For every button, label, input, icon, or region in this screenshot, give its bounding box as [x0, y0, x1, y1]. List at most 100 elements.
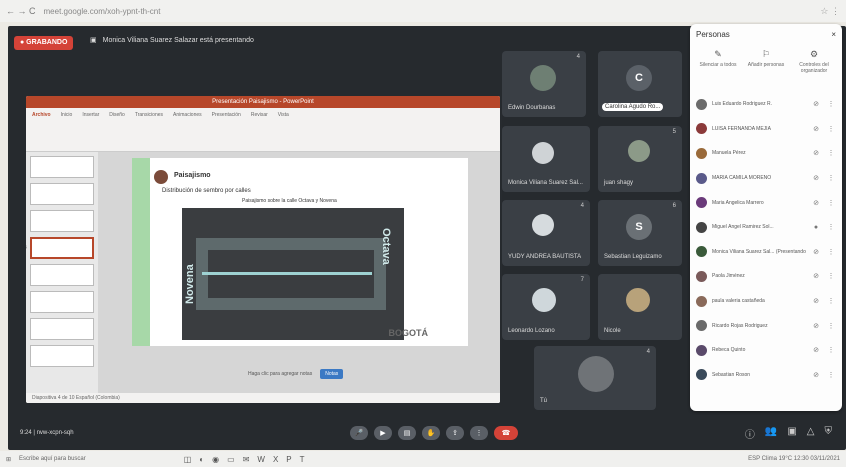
participant-row[interactable]: MARIA CAMILA MORENO ⊘ ⋮: [696, 166, 836, 191]
end-call-icon[interactable]: ☎: [494, 426, 518, 440]
ribbon-tab[interactable]: Animaciones: [173, 112, 202, 147]
participant-tile[interactable]: S 6 Sebastian Leguizamo: [598, 200, 682, 266]
participant-row[interactable]: Rebeca Quinto ⊘ ⋮: [696, 338, 836, 363]
info-icon[interactable]: ⓘ: [745, 426, 755, 441]
people-icon[interactable]: 👥: [765, 426, 777, 441]
speaking-icon[interactable]: ●: [811, 224, 821, 231]
microphone-icon[interactable]: 🎤: [350, 426, 368, 440]
raise-hand-icon[interactable]: ✋: [422, 426, 440, 440]
mic-off-icon[interactable]: ⊘: [811, 272, 821, 280]
participant-tile[interactable]: Monica Viliana Suarez Sal...: [502, 126, 590, 192]
more-vert-icon[interactable]: ⋮: [826, 248, 836, 256]
more-vert-icon[interactable]: ⋮: [826, 174, 836, 182]
file-explorer-icon[interactable]: ▭: [227, 455, 235, 464]
ribbon-tab[interactable]: Transiciones: [135, 112, 163, 147]
task-view-icon[interactable]: ◫: [184, 455, 192, 464]
slide-thumbnail[interactable]: 1: [30, 156, 94, 178]
notes-button[interactable]: Notas: [320, 369, 344, 379]
mic-off-icon[interactable]: ⊘: [811, 248, 821, 256]
ribbon-tab[interactable]: Diseño: [109, 112, 125, 147]
participant-row[interactable]: Ricardo Rojas Rodriguez ⊘ ⋮: [696, 313, 836, 338]
ribbon-tab[interactable]: Archivo: [32, 112, 51, 147]
mic-off-icon[interactable]: ⊘: [811, 149, 821, 157]
excel-icon[interactable]: X: [273, 455, 278, 464]
action-label: Añadir personas: [747, 62, 785, 68]
mic-off-icon[interactable]: ⊘: [811, 346, 821, 354]
more-vert-icon[interactable]: ⋮: [826, 149, 836, 157]
slide-thumbnail[interactable]: 2: [30, 183, 94, 205]
ribbon-tab[interactable]: Inicio: [61, 112, 73, 147]
activities-icon[interactable]: △: [807, 426, 815, 441]
mute-all-button[interactable]: ✎ Silenciar a todos: [696, 49, 740, 74]
slide-thumbnail-selected[interactable]: 4: [26, 237, 94, 259]
word-icon[interactable]: W: [257, 455, 265, 464]
ribbon-tab[interactable]: Revisar: [251, 112, 268, 147]
mic-off-icon[interactable]: ⊘: [811, 125, 821, 133]
participant-tile[interactable]: C Carolina Agudo Ro...: [598, 51, 682, 117]
more-vert-icon[interactable]: ⋮: [826, 322, 836, 330]
taskbar-search[interactable]: Escribe aquí para buscar: [19, 456, 86, 462]
browser-menu[interactable]: ☆ ⋮: [820, 6, 840, 17]
participant-tile[interactable]: Nicole: [598, 274, 682, 340]
participant-tile[interactable]: 4 YUDY ANDREA BAUTISTA: [502, 200, 590, 266]
participant-row[interactable]: Manuela Pérez ⊘ ⋮: [696, 141, 836, 166]
mail-icon[interactable]: ✉: [243, 455, 250, 464]
participant-row[interactable]: Monica Viliana Suarez Sal... (Presentand…: [696, 240, 836, 265]
more-vert-icon[interactable]: ⋮: [826, 125, 836, 133]
slide-thumbnail[interactable]: 6: [30, 291, 94, 313]
powerpoint-icon[interactable]: P: [286, 455, 291, 464]
self-view-tile[interactable]: 4 Tú: [534, 346, 656, 410]
chat-icon[interactable]: ▣: [787, 426, 796, 441]
mic-off-icon[interactable]: ⊘: [811, 100, 821, 108]
host-controls-button[interactable]: ⚙ Controles del organizador: [792, 49, 836, 74]
captions-icon[interactable]: ▤: [398, 426, 416, 440]
slide-thumbnail[interactable]: 7: [30, 318, 94, 340]
add-people-button[interactable]: ⚐ Añadir personas: [744, 49, 788, 74]
more-vert-icon[interactable]: ⋮: [826, 371, 836, 379]
more-vert-icon[interactable]: ⋮: [826, 297, 836, 305]
present-icon[interactable]: ⇪: [446, 426, 464, 440]
browser-nav-buttons[interactable]: ← → C: [6, 6, 36, 16]
mic-off-icon[interactable]: ⊘: [811, 371, 821, 379]
participant-row[interactable]: paula valeria castañeda ⊘ ⋮: [696, 289, 836, 314]
teams-icon[interactable]: T: [300, 455, 305, 464]
avatar: [532, 214, 554, 236]
participant-row[interactable]: Paola Jiménez ⊘ ⋮: [696, 264, 836, 289]
mic-off-icon[interactable]: ⊘: [811, 297, 821, 305]
more-vert-icon[interactable]: ⋮: [826, 346, 836, 354]
slide-thumbnail[interactable]: 5: [30, 264, 94, 286]
mic-off-icon[interactable]: ⊘: [811, 199, 821, 207]
address-bar[interactable]: meet.google.com/xoh-ypnt-th-cnt: [44, 7, 161, 16]
close-icon[interactable]: ×: [831, 30, 836, 39]
lock-icon[interactable]: ⛨: [825, 426, 833, 441]
edge-icon[interactable]: ◐: [199, 455, 204, 464]
ribbon-tab[interactable]: Vista: [278, 112, 289, 147]
slide-thumbnail[interactable]: 8: [30, 345, 94, 367]
participant-row[interactable]: Sebastian Roson ⊘ ⋮: [696, 363, 836, 388]
ribbon-tab[interactable]: Presentación: [212, 112, 241, 147]
more-vert-icon[interactable]: ⋮: [826, 272, 836, 280]
more-vert-icon[interactable]: ⋮: [826, 199, 836, 207]
more-options-icon[interactable]: ⋮: [470, 426, 488, 440]
mic-off-icon[interactable]: ⊘: [811, 322, 821, 330]
more-vert-icon[interactable]: ⋮: [826, 223, 836, 231]
mic-off-icon[interactable]: ⊘: [811, 174, 821, 182]
notes-text[interactable]: Haga clic para agregar notas: [248, 371, 312, 377]
slide-thumbnails: 1 2 3 4 5 6 7 8: [26, 152, 98, 393]
participant-row[interactable]: Miguel Ángel Ramirez Sol... ● ⋮: [696, 215, 836, 240]
slide-thumbnail[interactable]: 3: [30, 210, 94, 232]
windows-start-icon[interactable]: ⊞: [6, 456, 11, 463]
participant-tile[interactable]: 5 juan shagy: [598, 126, 682, 192]
ribbon-tab[interactable]: Insertar: [82, 112, 99, 147]
powerpoint-status-bar: Diapositiva 4 de 10 Español (Colombia): [26, 393, 500, 403]
more-vert-icon[interactable]: ⋮: [826, 100, 836, 108]
participant-row[interactable]: Luis Eduardo Rodriguez R. ⊘ ⋮: [696, 92, 836, 117]
participant-tile[interactable]: 7 Leonardo Lozano: [502, 274, 590, 340]
participant-row[interactable]: LUISA FERNANDA MEJIA ⊘ ⋮: [696, 117, 836, 142]
system-tray[interactable]: ESP Clima 19°C 12:30 03/11/2021: [748, 456, 840, 462]
participant-tile[interactable]: 4 Edwin Dourbanas: [502, 51, 586, 117]
browser-toolbar: ← → C meet.google.com/xoh-ypnt-th-cnt ☆ …: [0, 0, 846, 22]
participant-row[interactable]: Maria Angelica Marrero ⊘ ⋮: [696, 190, 836, 215]
camera-icon[interactable]: ▶: [374, 426, 392, 440]
chrome-icon[interactable]: ◉: [212, 455, 219, 464]
